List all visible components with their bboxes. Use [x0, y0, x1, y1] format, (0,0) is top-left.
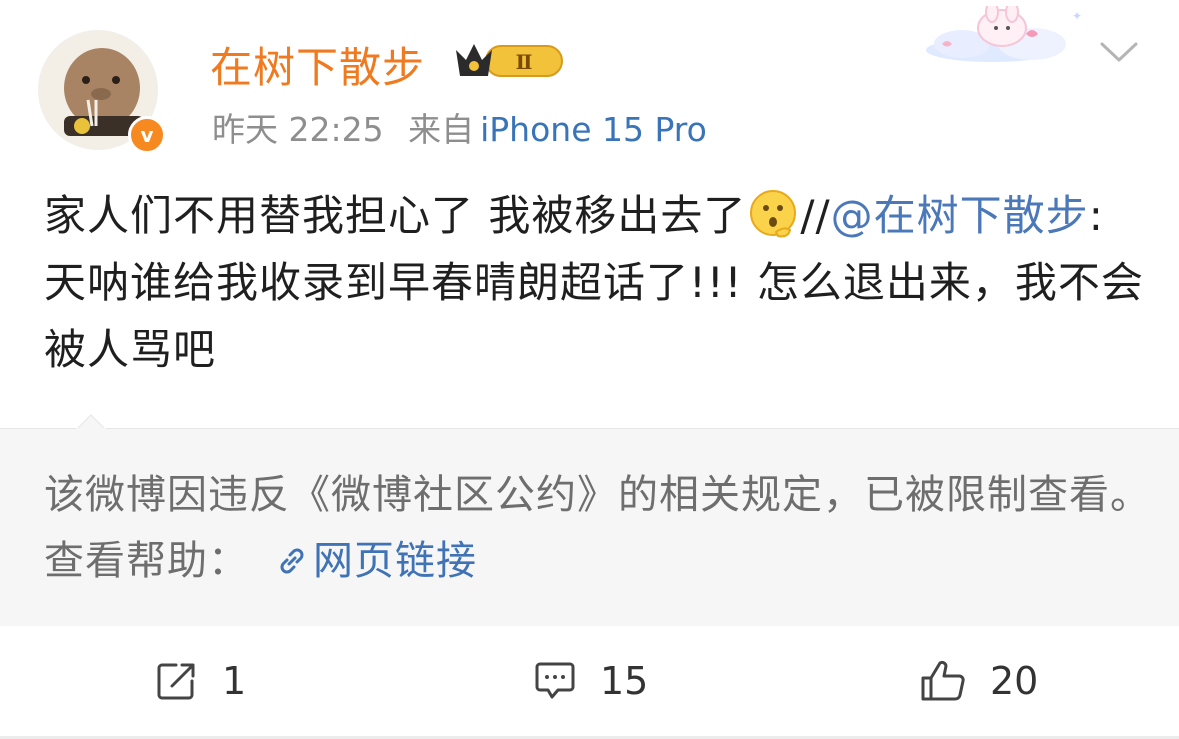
restriction-box-pointer: [76, 414, 106, 430]
bunny-cloud-decoration: ✦: [926, 6, 1082, 62]
emoji-icon: [750, 190, 797, 238]
like-count: 20: [990, 659, 1039, 703]
badge-level: Ⅱ: [516, 50, 533, 74]
author-name[interactable]: 在树下散步: [210, 34, 425, 95]
like-button[interactable]: 20: [920, 656, 1038, 706]
mention-link[interactable]: @在树下散步: [831, 191, 1089, 240]
restriction-text: 该微博因违反《微博社区公约》的相关规定，已被限制查看。查看帮助： 网页链接: [44, 462, 1154, 594]
restriction-message: 该微博因违反《微博社区公约》的相关规定，已被限制查看。查看帮助：: [44, 472, 1151, 584]
chevron-down-icon[interactable]: [1098, 38, 1140, 66]
link-icon[interactable]: [275, 544, 309, 578]
post-slashes: //: [800, 191, 831, 240]
web-link[interactable]: 网页链接: [313, 538, 477, 584]
comment-count: 15: [600, 659, 649, 703]
post-source[interactable]: iPhone 15 Pro: [480, 110, 707, 149]
repost-button[interactable]: 1: [156, 656, 246, 706]
post-text-1: 家人们不用替我担心了 我被移出去了: [44, 191, 747, 240]
source-prefix: 来自: [408, 110, 475, 149]
post-body: 家人们不用替我担心了 我被移出去了 //@在树下散步:天呐谁给我收录到早春晴朗超…: [44, 182, 1144, 383]
comment-button[interactable]: 15: [534, 656, 648, 706]
action-bar: 1 15 20: [0, 626, 1179, 739]
repost-icon: [157, 663, 195, 700]
post-date: 昨天: [212, 110, 278, 149]
verified-icon: v: [128, 116, 166, 154]
svg-text:✦: ✦: [1072, 9, 1082, 23]
crown-badge-icon[interactable]: Ⅱ: [452, 38, 568, 82]
post-time: 22:25: [288, 110, 384, 149]
like-icon: [921, 660, 965, 701]
comment-icon: [535, 662, 575, 699]
repost-count: 1: [222, 659, 247, 703]
post-meta: 昨天 22:25 来自 iPhone 15 Pro: [212, 103, 707, 151]
